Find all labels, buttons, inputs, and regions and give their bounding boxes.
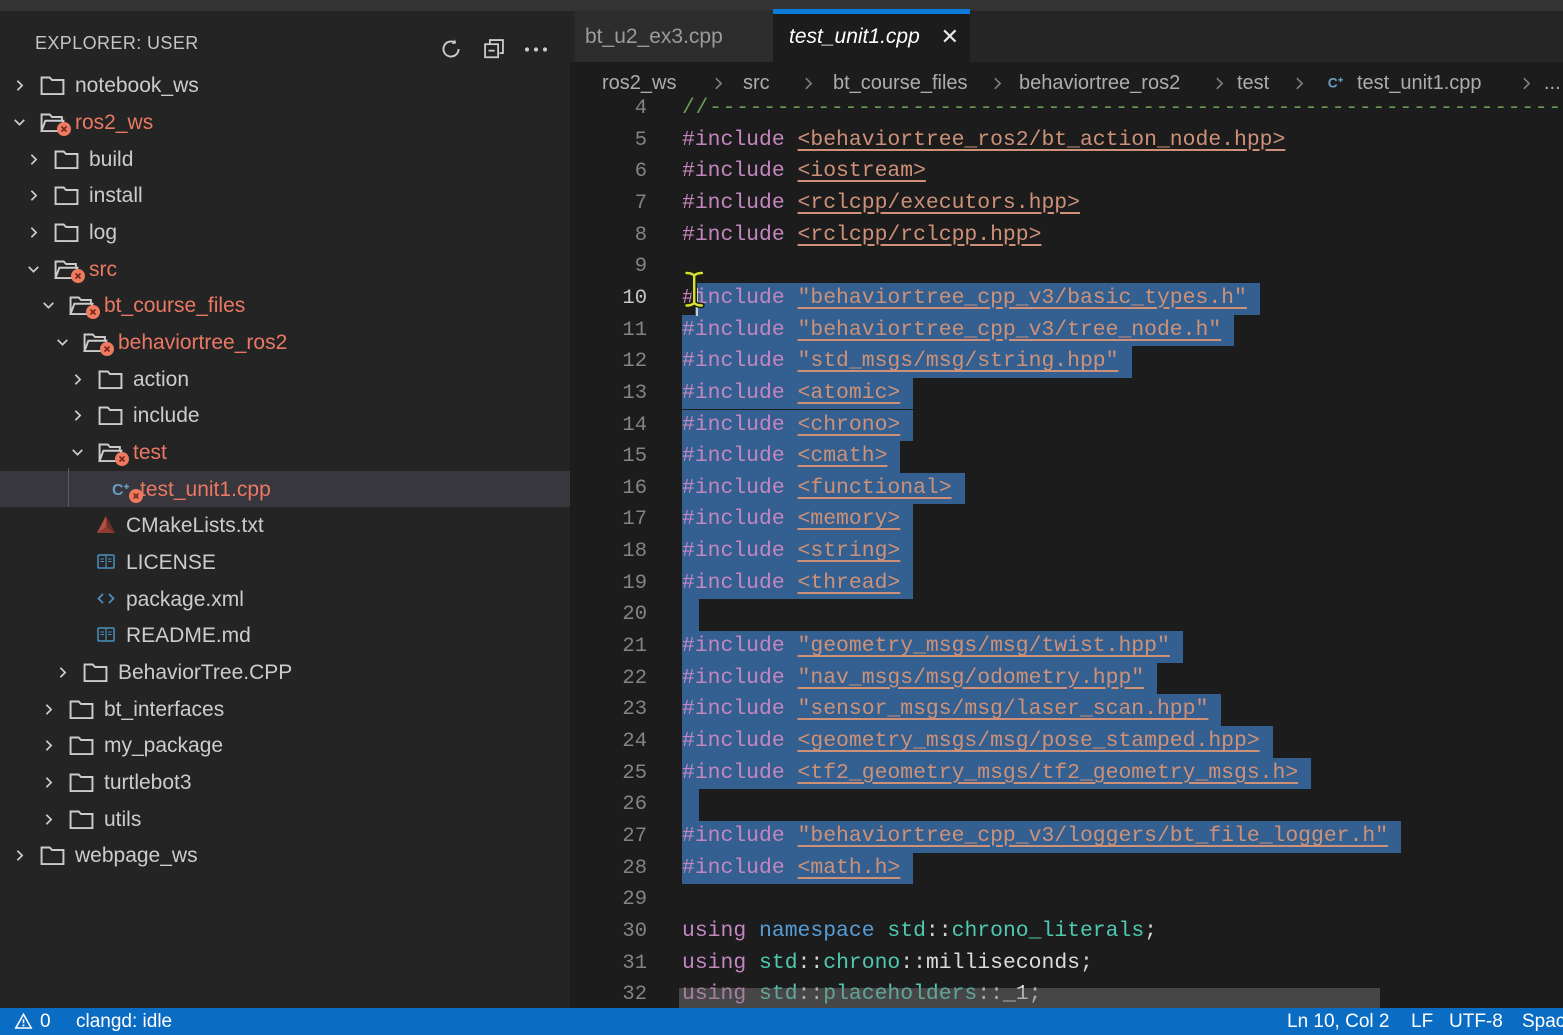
svg-text:C: C	[112, 482, 124, 499]
svg-text:C: C	[1328, 76, 1338, 91]
